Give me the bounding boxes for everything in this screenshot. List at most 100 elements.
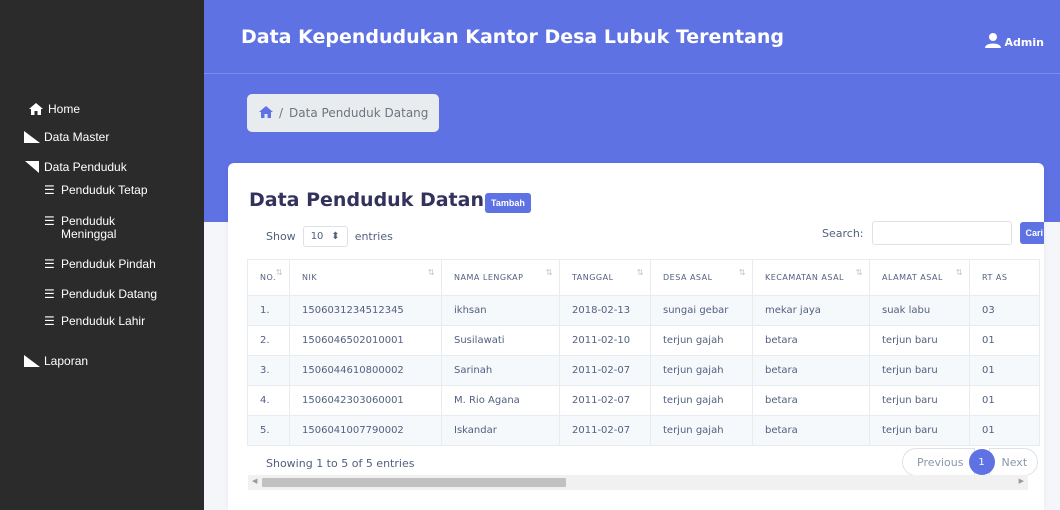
horizontal-scrollbar[interactable]: ◀ ▶ <box>248 475 1028 490</box>
list-icon: ☰ <box>44 314 55 328</box>
sort-icon: ⇅ <box>855 268 863 277</box>
scroll-right-icon[interactable]: ▶ <box>1019 477 1024 485</box>
search-label: Search: <box>822 226 864 240</box>
sidebar-item-label: Penduduk Datang <box>61 287 158 301</box>
user-name: Admin <box>1004 35 1044 49</box>
sidebar-item-label: Penduduk Meninggal <box>61 214 117 241</box>
sidebar-item-label: Data Penduduk <box>44 160 127 174</box>
page-size-value: 10 <box>310 231 324 242</box>
search-input[interactable] <box>871 221 1012 245</box>
search-area: Search: Cari <box>822 221 1044 245</box>
table-cell: 01 <box>969 415 1040 446</box>
table-cell: 2011-02-07 <box>559 385 651 416</box>
table-cell: 1506044610800002 <box>289 355 442 386</box>
table-cell: betara <box>752 415 870 446</box>
table-cell: 1506031234512345 <box>289 295 442 326</box>
entries-label: entries <box>354 230 393 243</box>
add-button[interactable]: Tambah <box>485 193 531 213</box>
search-button[interactable]: Cari <box>1019 222 1044 244</box>
scrollbar-thumb[interactable] <box>262 478 566 487</box>
table-cell: Sarinah <box>441 355 560 386</box>
sidebar: Home Data Master Data Penduduk ☰ Pendudu… <box>0 0 204 510</box>
column-header[interactable]: ALAMAT ASAL ⇅ <box>869 259 970 296</box>
sidebar-item-penduduk-datang[interactable]: ☰ Penduduk Datang <box>44 288 157 301</box>
table-row: 1. 1506031234512345 ikhsan 2018-02-13 su… <box>247 295 1040 326</box>
column-header-label: NAMA LENGKAP <box>454 273 524 282</box>
column-header-label: TANGGAL <box>572 273 614 282</box>
sidebar-item-laporan[interactable]: Laporan <box>24 354 88 368</box>
show-entries: Show 10 ⬍ entries <box>266 226 393 247</box>
sort-icon: ⇅ <box>738 268 746 277</box>
sidebar-item-penduduk-lahir[interactable]: ☰ Penduduk Lahir <box>44 315 145 328</box>
sort-icon: ⇅ <box>275 268 283 277</box>
table-cell: sungai gebar <box>650 295 753 326</box>
table-cell: betara <box>752 385 870 416</box>
table-cell: terjun gajah <box>650 385 753 416</box>
sort-icon: ⇅ <box>955 268 963 277</box>
table-cell: 2011-02-07 <box>559 415 651 446</box>
table-cell: 5. <box>247 415 290 446</box>
table-cell: betara <box>752 325 870 356</box>
app-window: Home Data Master Data Penduduk ☰ Pendudu… <box>0 0 1060 510</box>
collapse-triangle-icon <box>24 160 40 174</box>
table-cell: 2011-02-10 <box>559 325 651 356</box>
page-size-select[interactable]: 10 ⬍ <box>302 226 348 247</box>
column-header[interactable]: NAMA LENGKAP ⇅ <box>441 259 560 296</box>
sidebar-item-home[interactable]: Home <box>28 102 80 116</box>
table-info: Showing 1 to 5 of 5 entries <box>266 457 415 470</box>
sidebar-item-label: Penduduk Tetap <box>61 183 148 197</box>
expand-triangle-icon <box>24 354 40 368</box>
column-header[interactable]: DESA ASAL ⇅ <box>650 259 753 296</box>
page-title: Data Kependudukan Kantor Desa Lubuk Tere… <box>241 26 784 48</box>
table-cell: 1506046502010001 <box>289 325 442 356</box>
column-header-label: KECAMATAN ASAL <box>765 273 845 282</box>
column-header-label: NO. <box>260 273 276 282</box>
sidebar-item-penduduk-meninggal[interactable]: ☰ Penduduk Meninggal <box>44 215 144 241</box>
list-icon: ☰ <box>44 183 55 197</box>
sidebar-item-penduduk-pindah[interactable]: ☰ Penduduk Pindah <box>44 258 156 271</box>
table-cell: 2018-02-13 <box>559 295 651 326</box>
pagination: Previous 1 Next <box>902 448 1039 476</box>
show-label: Show <box>266 230 296 243</box>
table-cell: 4. <box>247 385 290 416</box>
user-menu[interactable]: Admin <box>984 33 1044 51</box>
column-header[interactable]: RT AS <box>969 259 1040 296</box>
column-header-label: NIK <box>302 273 318 282</box>
sidebar-item-label: Data Master <box>44 130 110 144</box>
column-header-label: DESA ASAL <box>663 273 713 282</box>
next-button[interactable]: Next <box>988 448 1039 476</box>
column-header[interactable]: TANGGAL ⇅ <box>559 259 651 296</box>
table-cell: 3. <box>247 355 290 386</box>
page-button-1[interactable]: 1 <box>968 449 995 475</box>
sidebar-item-data-penduduk[interactable]: Data Penduduk <box>24 160 127 174</box>
table-cell: 01 <box>969 325 1040 356</box>
select-arrows-icon: ⬍ <box>331 231 340 242</box>
column-header[interactable]: KECAMATAN ASAL ⇅ <box>752 259 870 296</box>
table-cell: 2011-02-07 <box>559 355 651 386</box>
table-cell: ikhsan <box>441 295 560 326</box>
sort-icon: ⇅ <box>545 268 553 277</box>
column-header-label: ALAMAT ASAL <box>882 273 943 282</box>
data-table: NO. ⇅ NIK ⇅ NAMA LENGKAP ⇅ TANGGAL ⇅ DESA AS… <box>247 259 1040 446</box>
sort-icon: ⇅ <box>636 268 644 277</box>
sidebar-item-label: Penduduk Pindah <box>61 257 156 271</box>
table-cell: terjun baru <box>869 325 970 356</box>
sidebar-item-data-master[interactable]: Data Master <box>24 130 109 144</box>
breadcrumb-separator: / <box>279 106 284 120</box>
list-icon: ☰ <box>44 287 55 301</box>
table-cell: terjun baru <box>869 385 970 416</box>
breadcrumb-home-icon[interactable] <box>259 105 273 121</box>
sidebar-item-label: Laporan <box>44 354 89 368</box>
sort-icon: ⇅ <box>427 268 435 277</box>
table-cell: 1506042303060001 <box>289 385 442 416</box>
sidebar-item-penduduk-tetap[interactable]: ☰ Penduduk Tetap <box>44 184 148 197</box>
column-header[interactable]: NIK ⇅ <box>289 259 442 296</box>
scroll-left-icon[interactable]: ◀ <box>252 477 257 485</box>
table-row: 5. 1506041007790002 Iskandar 2011-02-07 … <box>247 415 1040 446</box>
card-title: Data Penduduk Datang <box>249 189 498 211</box>
previous-button[interactable]: Previous <box>902 448 975 476</box>
table-cell: terjun baru <box>869 355 970 386</box>
column-header[interactable]: NO. ⇅ <box>247 259 290 296</box>
home-icon <box>28 102 44 116</box>
table-cell: Iskandar <box>441 415 560 446</box>
